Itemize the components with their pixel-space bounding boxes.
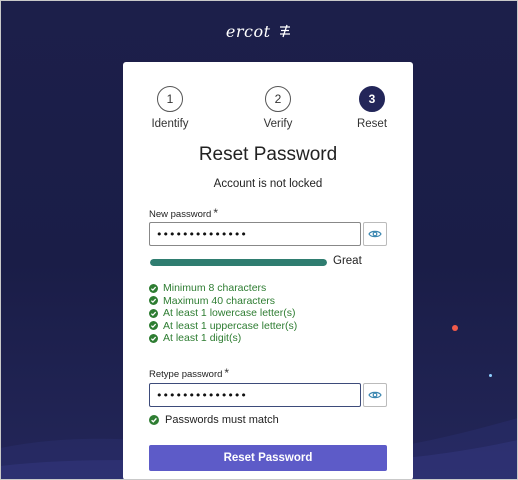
decorative-dot-blue [489, 374, 492, 377]
requirement-item: At least 1 uppercase letter(s) [149, 320, 297, 333]
brand-name: ercot [225, 22, 271, 41]
stepper: 1 Identify 2 Verify 3 Reset [123, 86, 413, 132]
new-password-label: New password * [149, 206, 218, 220]
check-circle-icon [149, 333, 158, 343]
requirement-text: At least 1 digit(s) [163, 332, 242, 345]
requirement-text: At least 1 uppercase letter(s) [163, 319, 298, 332]
step-label: Identify [151, 118, 189, 130]
retype-password-label-text: Retype password [149, 369, 223, 380]
password-match-text: Passwords must match [165, 414, 279, 426]
check-circle-icon [149, 415, 159, 425]
check-circle-icon [149, 308, 158, 318]
requirement-text: Maximum 40 characters [163, 294, 276, 307]
step-identify: 1 Identify [135, 86, 205, 130]
eye-icon [368, 391, 382, 399]
account-status: Account is not locked [213, 178, 323, 190]
requirement-text: At least 1 lowercase letter(s) [163, 307, 296, 320]
step-number: 1 [157, 86, 183, 112]
eye-icon [368, 230, 382, 238]
lightning-icon [280, 24, 291, 38]
required-marker: * [213, 206, 218, 220]
step-verify: 2 Verify [243, 86, 313, 130]
password-requirements: Minimum 8 characters Maximum 40 characte… [149, 282, 297, 345]
new-password-label-text: New password [149, 209, 212, 220]
step-reset: 3 Reset [337, 86, 407, 130]
step-number-active: 3 [359, 86, 385, 112]
password-match-status: Passwords must match [149, 414, 279, 426]
reset-password-button[interactable]: Reset Password [149, 445, 387, 471]
requirement-item: Minimum 8 characters [149, 282, 297, 295]
page-title: Reset Password [198, 144, 338, 165]
step-label: Reset [356, 118, 388, 130]
requirement-item: At least 1 digit(s) [149, 332, 297, 345]
password-strength-bar [150, 259, 327, 266]
retype-password-input[interactable] [149, 383, 361, 407]
reset-password-card: 1 Identify 2 Verify 3 Reset Reset Passwo… [123, 62, 413, 480]
required-marker: * [224, 366, 230, 380]
show-retype-password-button[interactable] [363, 383, 387, 407]
check-circle-icon [149, 321, 158, 331]
requirement-item: At least 1 lowercase letter(s) [149, 307, 297, 320]
decorative-dot-red [452, 325, 458, 331]
step-label: Verify [263, 118, 293, 130]
requirement-item: Maximum 40 characters [149, 295, 297, 308]
new-password-input[interactable] [149, 222, 361, 246]
show-new-password-button[interactable] [363, 222, 387, 246]
check-circle-icon [149, 296, 158, 306]
retype-password-label: Retype password * [149, 366, 229, 380]
requirement-text: Minimum 8 characters [163, 282, 267, 295]
check-circle-icon [149, 283, 158, 293]
step-number: 2 [265, 86, 291, 112]
password-strength-fill [150, 259, 327, 266]
brand-logo: ercot [0, 22, 518, 41]
password-strength-label: Great [333, 255, 362, 267]
